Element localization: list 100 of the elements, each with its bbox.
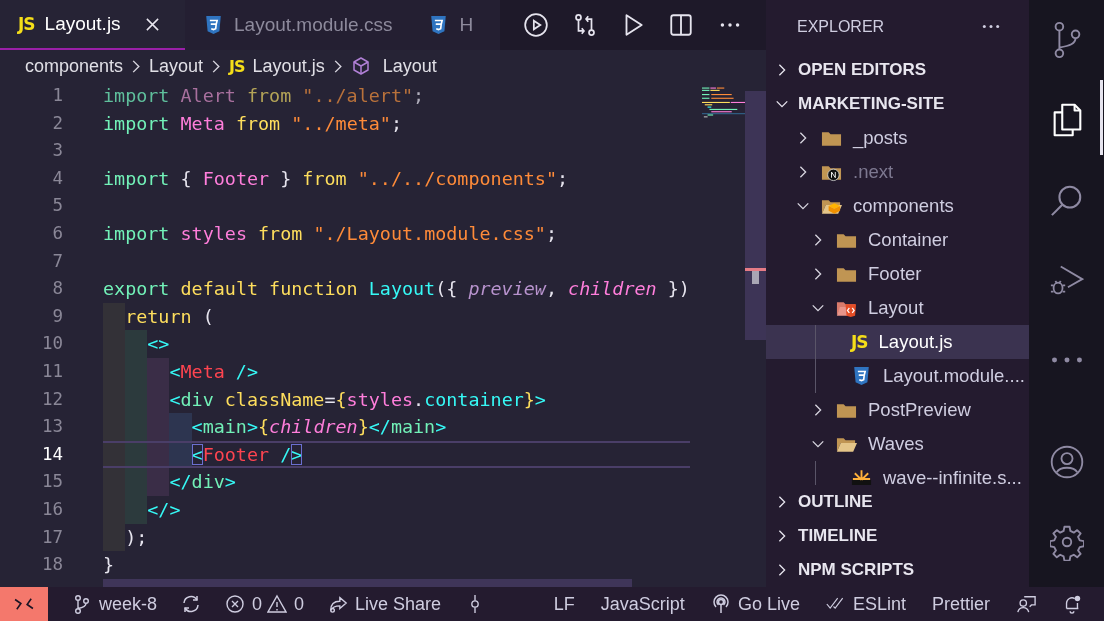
branch-icon <box>72 594 92 614</box>
line-number: 1 <box>51 84 63 107</box>
breadcrumb-item[interactable]: Layout.js <box>252 55 325 77</box>
feedback-icon[interactable] <box>1016 594 1036 614</box>
section-header[interactable]: NPM SCRIPTS <box>766 553 1029 587</box>
split-editor-icon[interactable] <box>668 12 695 38</box>
css-file-icon <box>203 15 224 35</box>
tree-item[interactable]: components <box>766 189 1029 223</box>
eslint-status[interactable]: ESLint <box>825 593 906 615</box>
code-line: <> <box>147 332 170 357</box>
warning-icon <box>267 594 288 614</box>
broadcast-icon <box>710 594 731 614</box>
chevron-right-icon <box>131 58 142 74</box>
indent-guide <box>125 468 148 496</box>
tree-item[interactable]: PostPreview <box>766 393 1029 427</box>
indent-guide <box>147 413 170 441</box>
line-number: 12 <box>40 387 63 411</box>
code-line: import Meta from "../meta"; <box>103 111 402 136</box>
code-line: <Footer /> <box>191 442 303 467</box>
line-number: 13 <box>40 415 63 439</box>
js-file-icon: JS <box>229 56 245 76</box>
tree-item[interactable]: Waves <box>766 427 1029 461</box>
breadcrumb-item[interactable]: Layout <box>149 55 204 77</box>
explorer-title: EXPLORER <box>797 17 885 36</box>
share-icon <box>328 594 349 614</box>
line-number: 6 <box>51 221 63 245</box>
indent-guide <box>103 442 126 467</box>
code-line: <main>{children}</main> <box>191 415 447 440</box>
status-item[interactable]: Prettier <box>931 593 990 615</box>
section-header[interactable]: OUTLINE <box>766 485 1029 519</box>
line-number: 5 <box>51 194 63 218</box>
line-number: 18 <box>40 553 63 577</box>
editor-tab[interactable]: JS Layout.js <box>0 0 185 50</box>
tree-item[interactable]: Container <box>766 223 1029 257</box>
line-number: 3 <box>51 139 63 163</box>
line-number: 17 <box>40 525 63 549</box>
chevron-right-icon <box>211 58 222 74</box>
tree-item[interactable]: wave--infinite.s... <box>766 461 1029 485</box>
editor-tab[interactable]: Layout.module.css <box>185 0 411 50</box>
indent-guide <box>125 442 148 467</box>
sync-icon[interactable] <box>181 594 202 614</box>
indent-guide <box>169 442 192 467</box>
line-number: 15 <box>40 470 63 494</box>
css-file-icon <box>851 366 872 386</box>
close-icon[interactable] <box>144 16 160 32</box>
code-line: } <box>103 553 115 578</box>
code-line: </> <box>147 497 181 522</box>
problems-status[interactable]: 0 0 <box>225 593 305 615</box>
section-header[interactable]: MARKETING-SITE <box>766 87 1029 121</box>
tree-item[interactable]: JS Layout.js <box>766 325 1029 359</box>
code-line: import styles from "./Layout.module.css"; <box>103 221 557 246</box>
cube-icon <box>350 56 371 76</box>
run-circle-icon[interactable] <box>523 12 550 38</box>
code-line: export default function Layout({ preview, children }) <box>103 277 690 302</box>
indent-guide <box>169 413 192 441</box>
indent-guide <box>147 442 170 467</box>
line-number: 4 <box>51 166 63 190</box>
sunburst-icon <box>851 468 872 485</box>
code-line: return ( <box>125 304 214 329</box>
line-number: 11 <box>40 359 63 383</box>
indent-guide <box>147 468 170 496</box>
line-number: 16 <box>40 497 63 521</box>
section-header[interactable]: OPEN EDITORS <box>766 53 1029 87</box>
tree-item[interactable]: Layout.module.... <box>766 359 1029 393</box>
indent-guide <box>103 413 126 441</box>
tree-item[interactable]: Footer <box>766 257 1029 291</box>
horizontal-scrollbar[interactable] <box>103 579 632 587</box>
code-line: import { Footer } from "../../components"; <box>103 166 569 191</box>
editor-tab[interactable]: H <box>410 0 480 50</box>
line-number: 9 <box>51 304 63 328</box>
line-number: 7 <box>51 249 63 273</box>
account-icon[interactable] <box>1049 443 1084 481</box>
code-line: ); <box>125 525 148 550</box>
code-line: import Alert from "../alert"; <box>103 84 425 108</box>
go-live-button[interactable]: Go Live <box>710 593 800 615</box>
remote-button[interactable] <box>0 587 48 621</box>
code-line: <div className={styles.container}> <box>169 387 546 412</box>
status-item[interactable]: LF <box>553 593 575 615</box>
line-number: 10 <box>40 332 63 356</box>
line-number: 14 <box>40 442 63 466</box>
branch-status[interactable]: week-8 <box>72 593 158 615</box>
settings-icon[interactable] <box>1049 523 1084 561</box>
status-item[interactable]: JavaScript <box>600 593 685 615</box>
code-line: <Meta /> <box>169 359 258 384</box>
more-icon[interactable] <box>981 23 1001 30</box>
section-header[interactable]: TIMELINE <box>766 519 1029 553</box>
error-icon <box>225 594 246 614</box>
line-number: 2 <box>51 111 63 135</box>
breadcrumb-item[interactable]: components <box>25 55 124 77</box>
indent-guide <box>103 468 126 496</box>
indent-guide <box>125 413 148 441</box>
code-line: </div> <box>169 470 236 495</box>
tree-item[interactable]: _posts <box>766 121 1029 155</box>
tree-item[interactable]: .next <box>766 155 1029 189</box>
vertical-scrollbar[interactable] <box>745 91 766 340</box>
tree-item[interactable]: Layout <box>766 291 1029 325</box>
chevron-right-icon <box>332 58 343 74</box>
line-number: 8 <box>51 277 63 301</box>
breadcrumb-item[interactable]: Layout <box>382 55 437 77</box>
live-share-button[interactable]: Live Share <box>328 593 442 615</box>
